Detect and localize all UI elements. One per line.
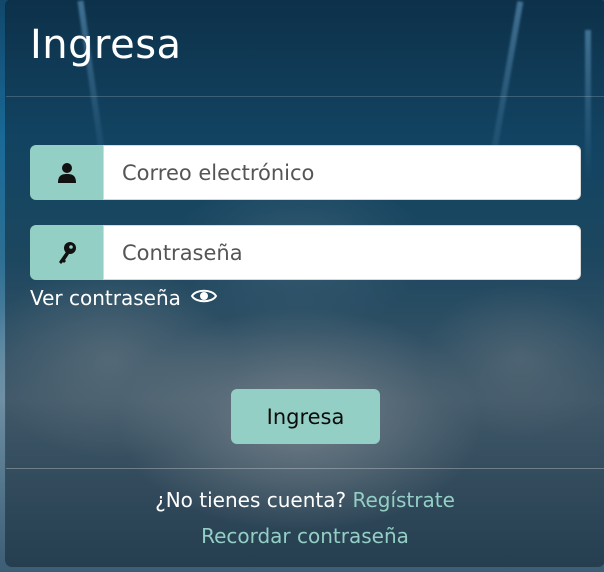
header-divider (6, 96, 604, 97)
remind-line: Recordar contraseña (6, 524, 604, 548)
show-password-toggle[interactable]: Ver contraseña (30, 286, 218, 310)
register-line: ¿No tienes cuenta? Regístrate (6, 488, 604, 512)
remind-password-link[interactable]: Recordar contraseña (201, 524, 409, 548)
user-icon (30, 145, 103, 200)
key-icon (30, 225, 103, 280)
email-group (30, 145, 581, 200)
no-account-text: ¿No tienes cuenta? (155, 488, 347, 512)
password-field[interactable] (103, 225, 581, 280)
email-field[interactable] (103, 145, 581, 200)
submit-button[interactable]: Ingresa (231, 389, 380, 444)
page-title: Ingresa (30, 22, 182, 68)
footer-divider (6, 468, 604, 469)
register-link[interactable]: Regístrate (352, 488, 454, 512)
show-password-label: Ver contraseña (30, 286, 181, 310)
eye-icon[interactable] (190, 286, 218, 310)
password-group (30, 225, 581, 280)
login-card (6, 0, 604, 566)
